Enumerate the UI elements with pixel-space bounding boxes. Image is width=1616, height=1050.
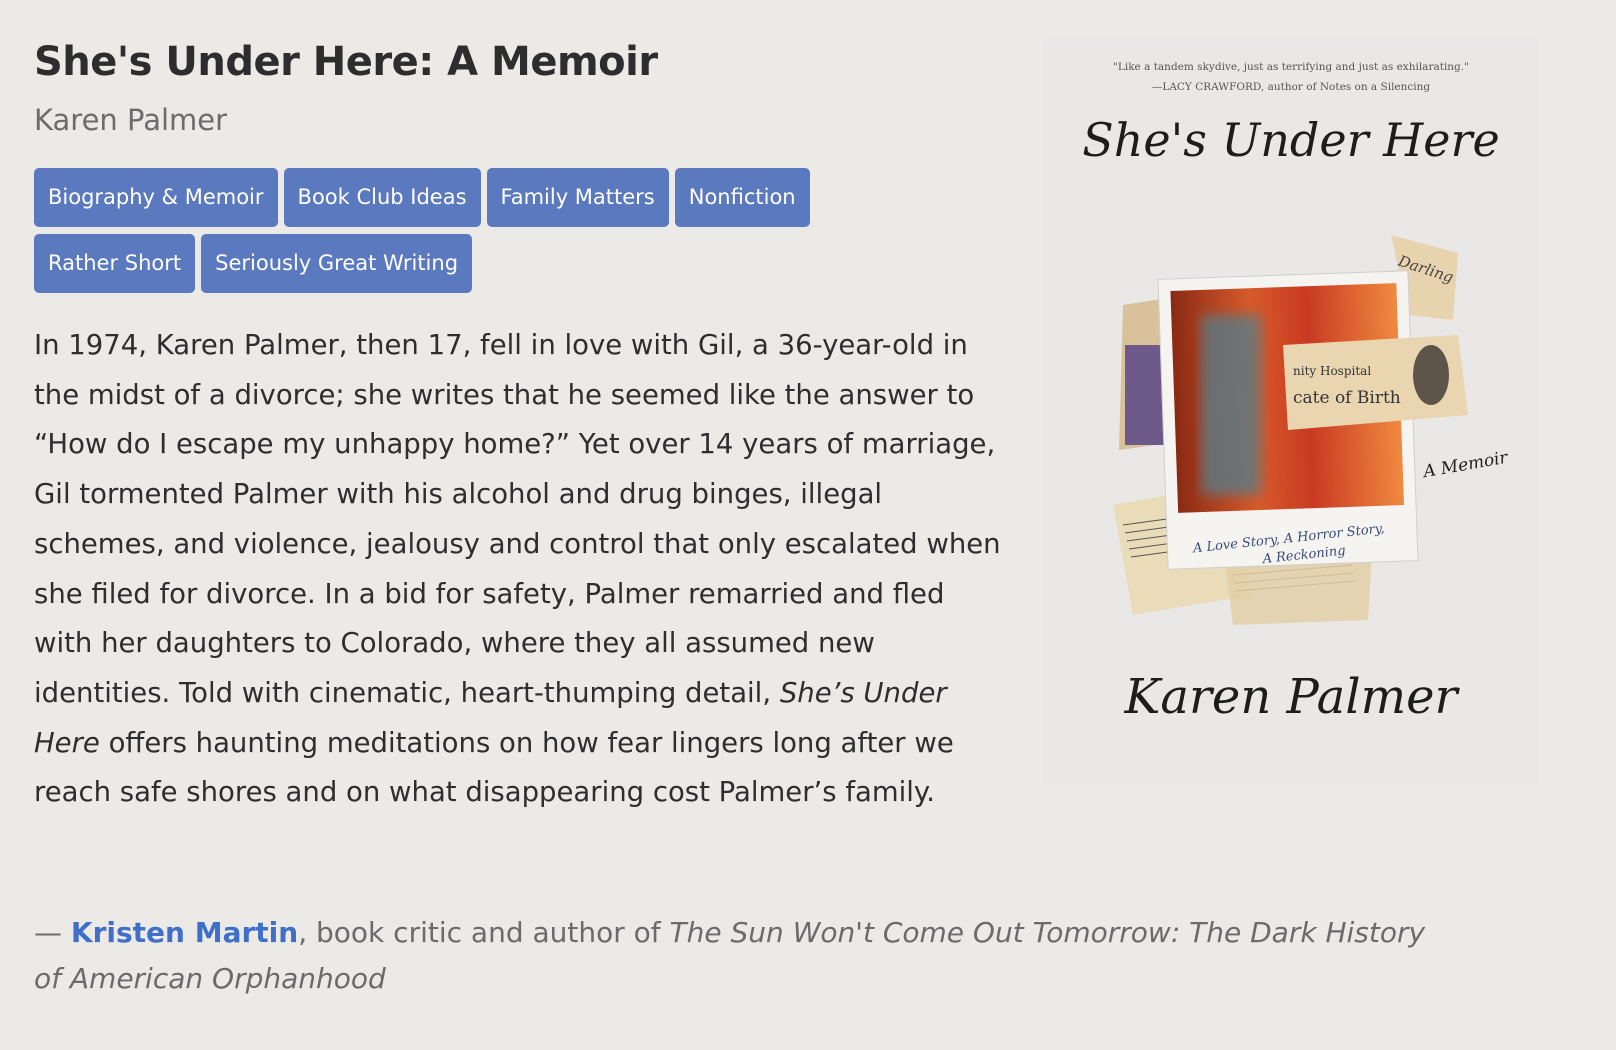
blurred-figure	[1201, 315, 1261, 495]
tag-family-matters[interactable]: Family Matters	[486, 168, 669, 227]
reviewer-name-link[interactable]: Kristen Martin	[71, 916, 298, 949]
book-author: Karen Palmer	[34, 103, 228, 137]
certificate-text-1: nity Hospital	[1293, 364, 1371, 378]
reviewer-credit: — Kristen Martin, book critic and author…	[34, 910, 1454, 1002]
tag-rather-short[interactable]: Rather Short	[34, 234, 196, 293]
cover-title: She's Under Here	[1082, 113, 1500, 167]
description-text-start: In 1974, Karen Palmer, then 17, fell in …	[34, 329, 1001, 709]
cover-blurb: "Like a tandem skydive, just as terrifyi…	[1043, 57, 1539, 97]
tag-nonfiction[interactable]: Nonfiction	[674, 168, 810, 227]
tag-biography-memoir[interactable]: Biography & Memoir	[34, 168, 278, 227]
cover-blurb-attribution: —LACY CRAWFORD, author of Notes on a Sil…	[1151, 81, 1431, 93]
footprint	[1413, 345, 1449, 405]
book-title: She's Under Here: A Memoir	[34, 39, 658, 85]
certificate-text-2: cate of Birth	[1293, 388, 1401, 408]
tag-list: Biography & Memoir Book Club Ideas Famil…	[34, 168, 934, 293]
book-details: She's Under Here: A Memoir Karen Palmer …	[34, 34, 1001, 846]
tag-book-club-ideas[interactable]: Book Club Ideas	[283, 168, 481, 227]
cover-collage-image: nity Hospital cate of Birth Darling A Lo…	[1113, 235, 1468, 625]
description-text-end: offers haunting meditations on how fear …	[34, 726, 954, 809]
credit-middle: , book critic and author of	[298, 916, 670, 949]
credit-dash: —	[34, 916, 71, 949]
cover-blurb-quote: "Like a tandem skydive, just as terrifyi…	[1113, 61, 1469, 73]
book-description: In 1974, Karen Palmer, then 17, fell in …	[34, 321, 1004, 818]
cover-author: Karen Palmer	[1124, 669, 1458, 725]
book-cover[interactable]: "Like a tandem skydive, just as terrifyi…	[1043, 35, 1539, 785]
tag-seriously-great-writing[interactable]: Seriously Great Writing	[201, 234, 473, 293]
